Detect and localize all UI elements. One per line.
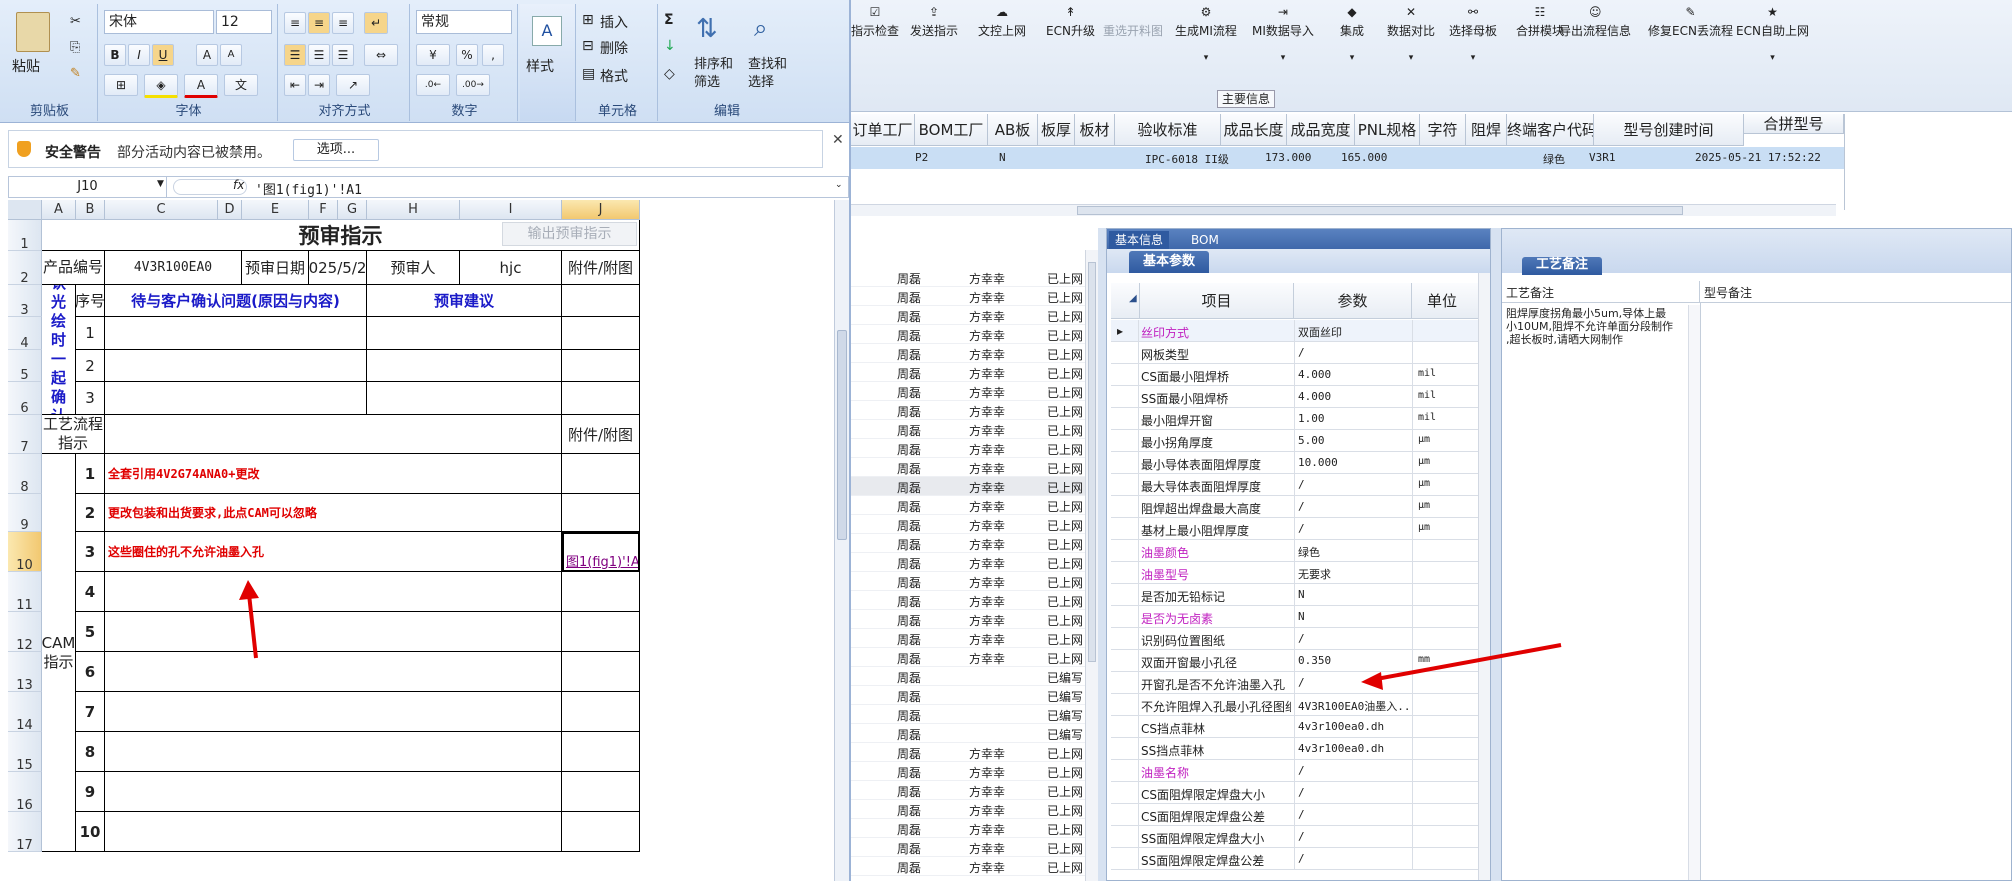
spreadsheet-grid: ABCDEFGHIJ 1 2 3 4 5 6 7 8 9 10 11 12 13 14 15 16 17 预审指… [8,200,834,881]
insert-icon[interactable]: ⊞ [582,12,594,28]
align-top-icon[interactable]: ≡ [284,12,306,34]
copy-icon[interactable]: ⎘ [70,40,80,55]
excel-vertical-scrollbar[interactable] [834,200,849,881]
bold-button[interactable]: B [104,44,126,66]
formula-bar: J10 ▼ fx '图1(fig1)'!A1 [8,176,849,198]
security-message: 部分活动内容已被禁用。 [117,145,271,161]
currency-icon[interactable]: ¥ [416,44,450,66]
number-label: 数字 [451,104,478,119]
find-select-button[interactable]: 查找和选择 [748,56,796,92]
clipboard-label: 剪贴板 [29,104,69,119]
clear-icon[interactable]: ◇ [664,66,675,82]
name-box[interactable]: J10 [9,177,167,197]
name-box-dropdown-icon[interactable]: ▼ [157,179,164,189]
styles-group: A 样式 [520,4,576,121]
italic-button[interactable]: I [128,44,150,66]
cut-icon[interactable]: ✂ [70,14,81,29]
security-title: 安全警告 [45,145,101,161]
close-security-icon[interactable]: ✕ [832,132,844,148]
right-annotation-overlay [1361,643,1562,690]
decrease-indent-icon[interactable]: ⇤ [284,74,306,96]
font-color-icon[interactable]: A [184,74,218,98]
clipboard-group: 粘贴 ✂ ⎘ ✎ 剪贴板 [2,4,98,121]
fill-icon[interactable]: ↓ [664,38,676,54]
border-button[interactable]: ⊞ [104,74,138,96]
font-size-select[interactable]: 12 [216,10,272,34]
edit-label: 编辑 [713,104,740,119]
percent-button[interactable]: % [456,44,478,66]
fill-color-icon[interactable]: ◈ [144,74,178,98]
security-warning-bar: 安全警告 部分活动内容已被禁用。 选项... [8,130,823,168]
delete-icon[interactable]: ⊟ [582,38,594,54]
orientation-icon[interactable]: ↗ [336,74,370,96]
cells-label: 单元格 [597,104,637,119]
autosum-button[interactable]: Σ [664,12,674,28]
align-middle-icon[interactable]: ≡ [308,12,330,34]
sort-filter-icon[interactable]: ⇅ [696,14,718,44]
insert-button[interactable]: 插入 [600,12,628,32]
styles-button[interactable]: 样式 [526,56,554,76]
wrap-text-icon[interactable]: ↵ [364,12,388,34]
comma-button[interactable]: , [482,44,504,66]
excel-window: 粘贴 ✂ ⎘ ✎ 剪贴板 宋体 12 B I U A A ⊞ ◈ A 文 字体 … [0,0,851,881]
align-left-icon[interactable]: ☰ [284,44,306,66]
font-group-label: 字体 [175,104,202,119]
find-select-icon[interactable]: ⌕ [754,14,767,42]
red-arrow-right [1370,643,1562,682]
excel-scroll-thumb[interactable] [837,330,847,540]
excel-ribbon: 粘贴 ✂ ⎘ ✎ 剪贴板 宋体 12 B I U A A ⊞ ◈ A 文 字体 … [0,0,849,123]
align-right-icon[interactable]: ☰ [332,44,354,66]
alignment-group: ≡ ≡ ≡ ↵ ☰ ☰ ☰ ⇔ ⇤ ⇥ ↗ 对齐方式 [280,4,410,121]
desktop: 粘贴 ✂ ⎘ ✎ 剪贴板 宋体 12 B I U A A ⊞ ◈ A 文 字体 … [0,0,2012,881]
erp-window: ☑ 指示检查 ⇪ 发送指示 ☁ 文控上网 ↟ ECN升级 重选开料图 ⚙ 生成MI流程 ▾ ⇥ MI数据导… [851,0,2012,881]
delete-button[interactable]: 删除 [600,38,628,58]
security-options-button[interactable]: 选项... [293,139,379,161]
formula-content[interactable]: '图1(fig1)'!A1 [255,179,362,198]
align-center-icon[interactable]: ☰ [308,44,330,66]
paste-icon[interactable] [16,12,50,52]
edit-group: Σ ↓ ◇ ⇅ 排序和筛选 ⌕ 查找和选择 编辑 [660,4,794,121]
annotation-overlay [239,580,259,659]
formula-expand-icon[interactable]: ⌄ [835,180,843,190]
increase-indent-icon[interactable]: ⇥ [308,74,330,96]
underline-button[interactable]: U [152,44,174,66]
number-group: 常规 ¥ % , .0← .00→ 数字 [412,4,518,121]
format-painter-icon[interactable]: ✎ [70,66,81,81]
pinyin-button[interactable]: 文 [224,74,258,96]
format-icon[interactable]: ▤ [582,66,595,82]
red-arrow-right-head [1361,672,1383,690]
alignment-label: 对齐方式 [318,104,371,119]
red-arrow-left-head [239,580,259,600]
styles-icon[interactable]: A [532,16,562,46]
decrease-decimal-icon[interactable]: .00→ [456,74,490,96]
align-bottom-icon[interactable]: ≡ [332,12,354,34]
grow-font-button[interactable]: A [196,44,218,66]
number-format-select[interactable]: 常规 [416,10,512,34]
shrink-font-button[interactable]: A [220,44,242,66]
increase-decimal-icon[interactable]: .0← [416,74,450,96]
insert-function-icon[interactable]: fx [233,178,244,192]
cells-group: ⊞ 插入 ⊟ 删除 ▤ 格式 单元格 [578,4,658,121]
shield-icon [17,141,31,157]
font-name-select[interactable]: 宋体 [104,10,214,34]
format-button[interactable]: 格式 [600,66,628,86]
paste-button[interactable]: 粘贴 [12,56,40,76]
merge-center-icon[interactable]: ⇔ [364,44,398,66]
sort-filter-button[interactable]: 排序和筛选 [694,56,742,92]
font-group: 宋体 12 B I U A A ⊞ ◈ A 文 字体 [100,4,278,121]
